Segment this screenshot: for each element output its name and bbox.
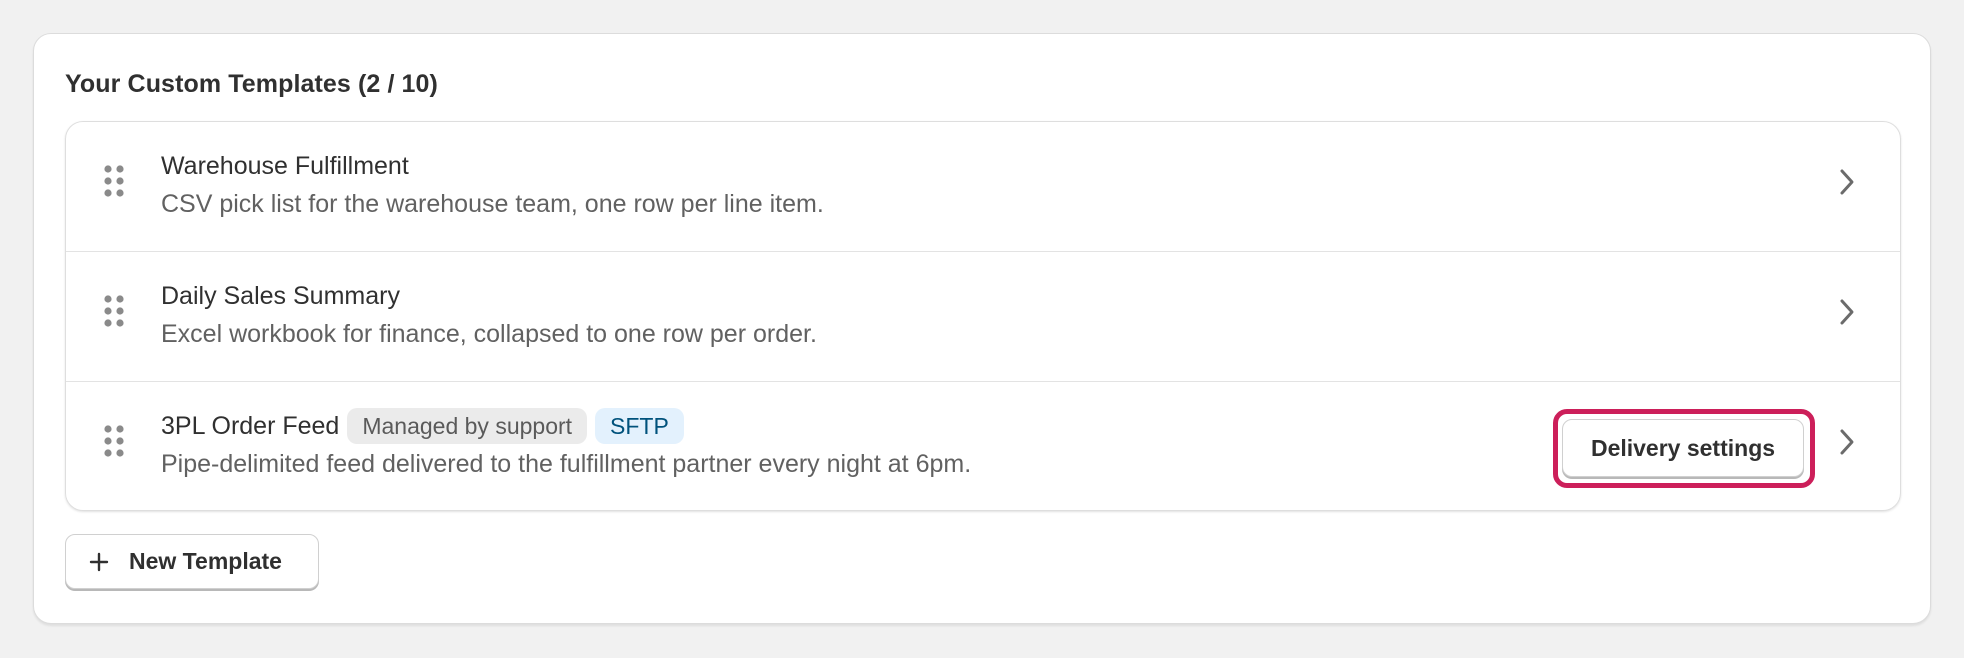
managed-by-support-badge: Managed by support: [347, 408, 588, 444]
template-title: Warehouse Fulfillment: [161, 149, 409, 183]
chevron-right-icon[interactable]: [1838, 427, 1856, 457]
template-title-text: 3PL Order Feed: [161, 411, 340, 440]
template-row-daily-sales-summary[interactable]: Daily Sales Summary Excel workbook for f…: [66, 252, 1900, 382]
template-title-text: Daily Sales Summary: [161, 281, 400, 310]
template-description: Excel workbook for finance, collapsed to…: [161, 320, 817, 348]
template-description: Pipe-delimited feed delivered to the ful…: [161, 450, 972, 478]
chevron-right-icon[interactable]: [1838, 167, 1856, 197]
drag-handle-icon[interactable]: [103, 424, 125, 458]
drag-handle-icon[interactable]: [103, 164, 125, 198]
template-row-3pl-order-feed[interactable]: 3PL Order Feed Managed by support SFTP P…: [66, 382, 1900, 510]
custom-templates-card: Your Custom Templates (2 / 10) Warehouse…: [33, 33, 1931, 624]
chevron-right-icon[interactable]: [1838, 297, 1856, 327]
template-title: 3PL Order Feed Managed by support SFTP: [161, 408, 684, 444]
template-title-text: Warehouse Fulfillment: [161, 151, 409, 180]
sftp-badge: SFTP: [595, 408, 684, 444]
drag-handle-icon[interactable]: [103, 294, 125, 328]
templates-list: Warehouse Fulfillment CSV pick list for …: [65, 121, 1901, 511]
delivery-settings-button[interactable]: Delivery settings: [1562, 419, 1804, 477]
template-description: CSV pick list for the warehouse team, on…: [161, 190, 824, 218]
template-row-warehouse-fulfillment[interactable]: Warehouse Fulfillment CSV pick list for …: [66, 122, 1900, 252]
section-title: Your Custom Templates (2 / 10): [65, 70, 438, 98]
new-template-button[interactable]: New Template: [65, 534, 319, 589]
new-template-label: New Template: [129, 548, 282, 574]
template-title: Daily Sales Summary: [161, 279, 400, 313]
plus-icon: [89, 552, 109, 571]
